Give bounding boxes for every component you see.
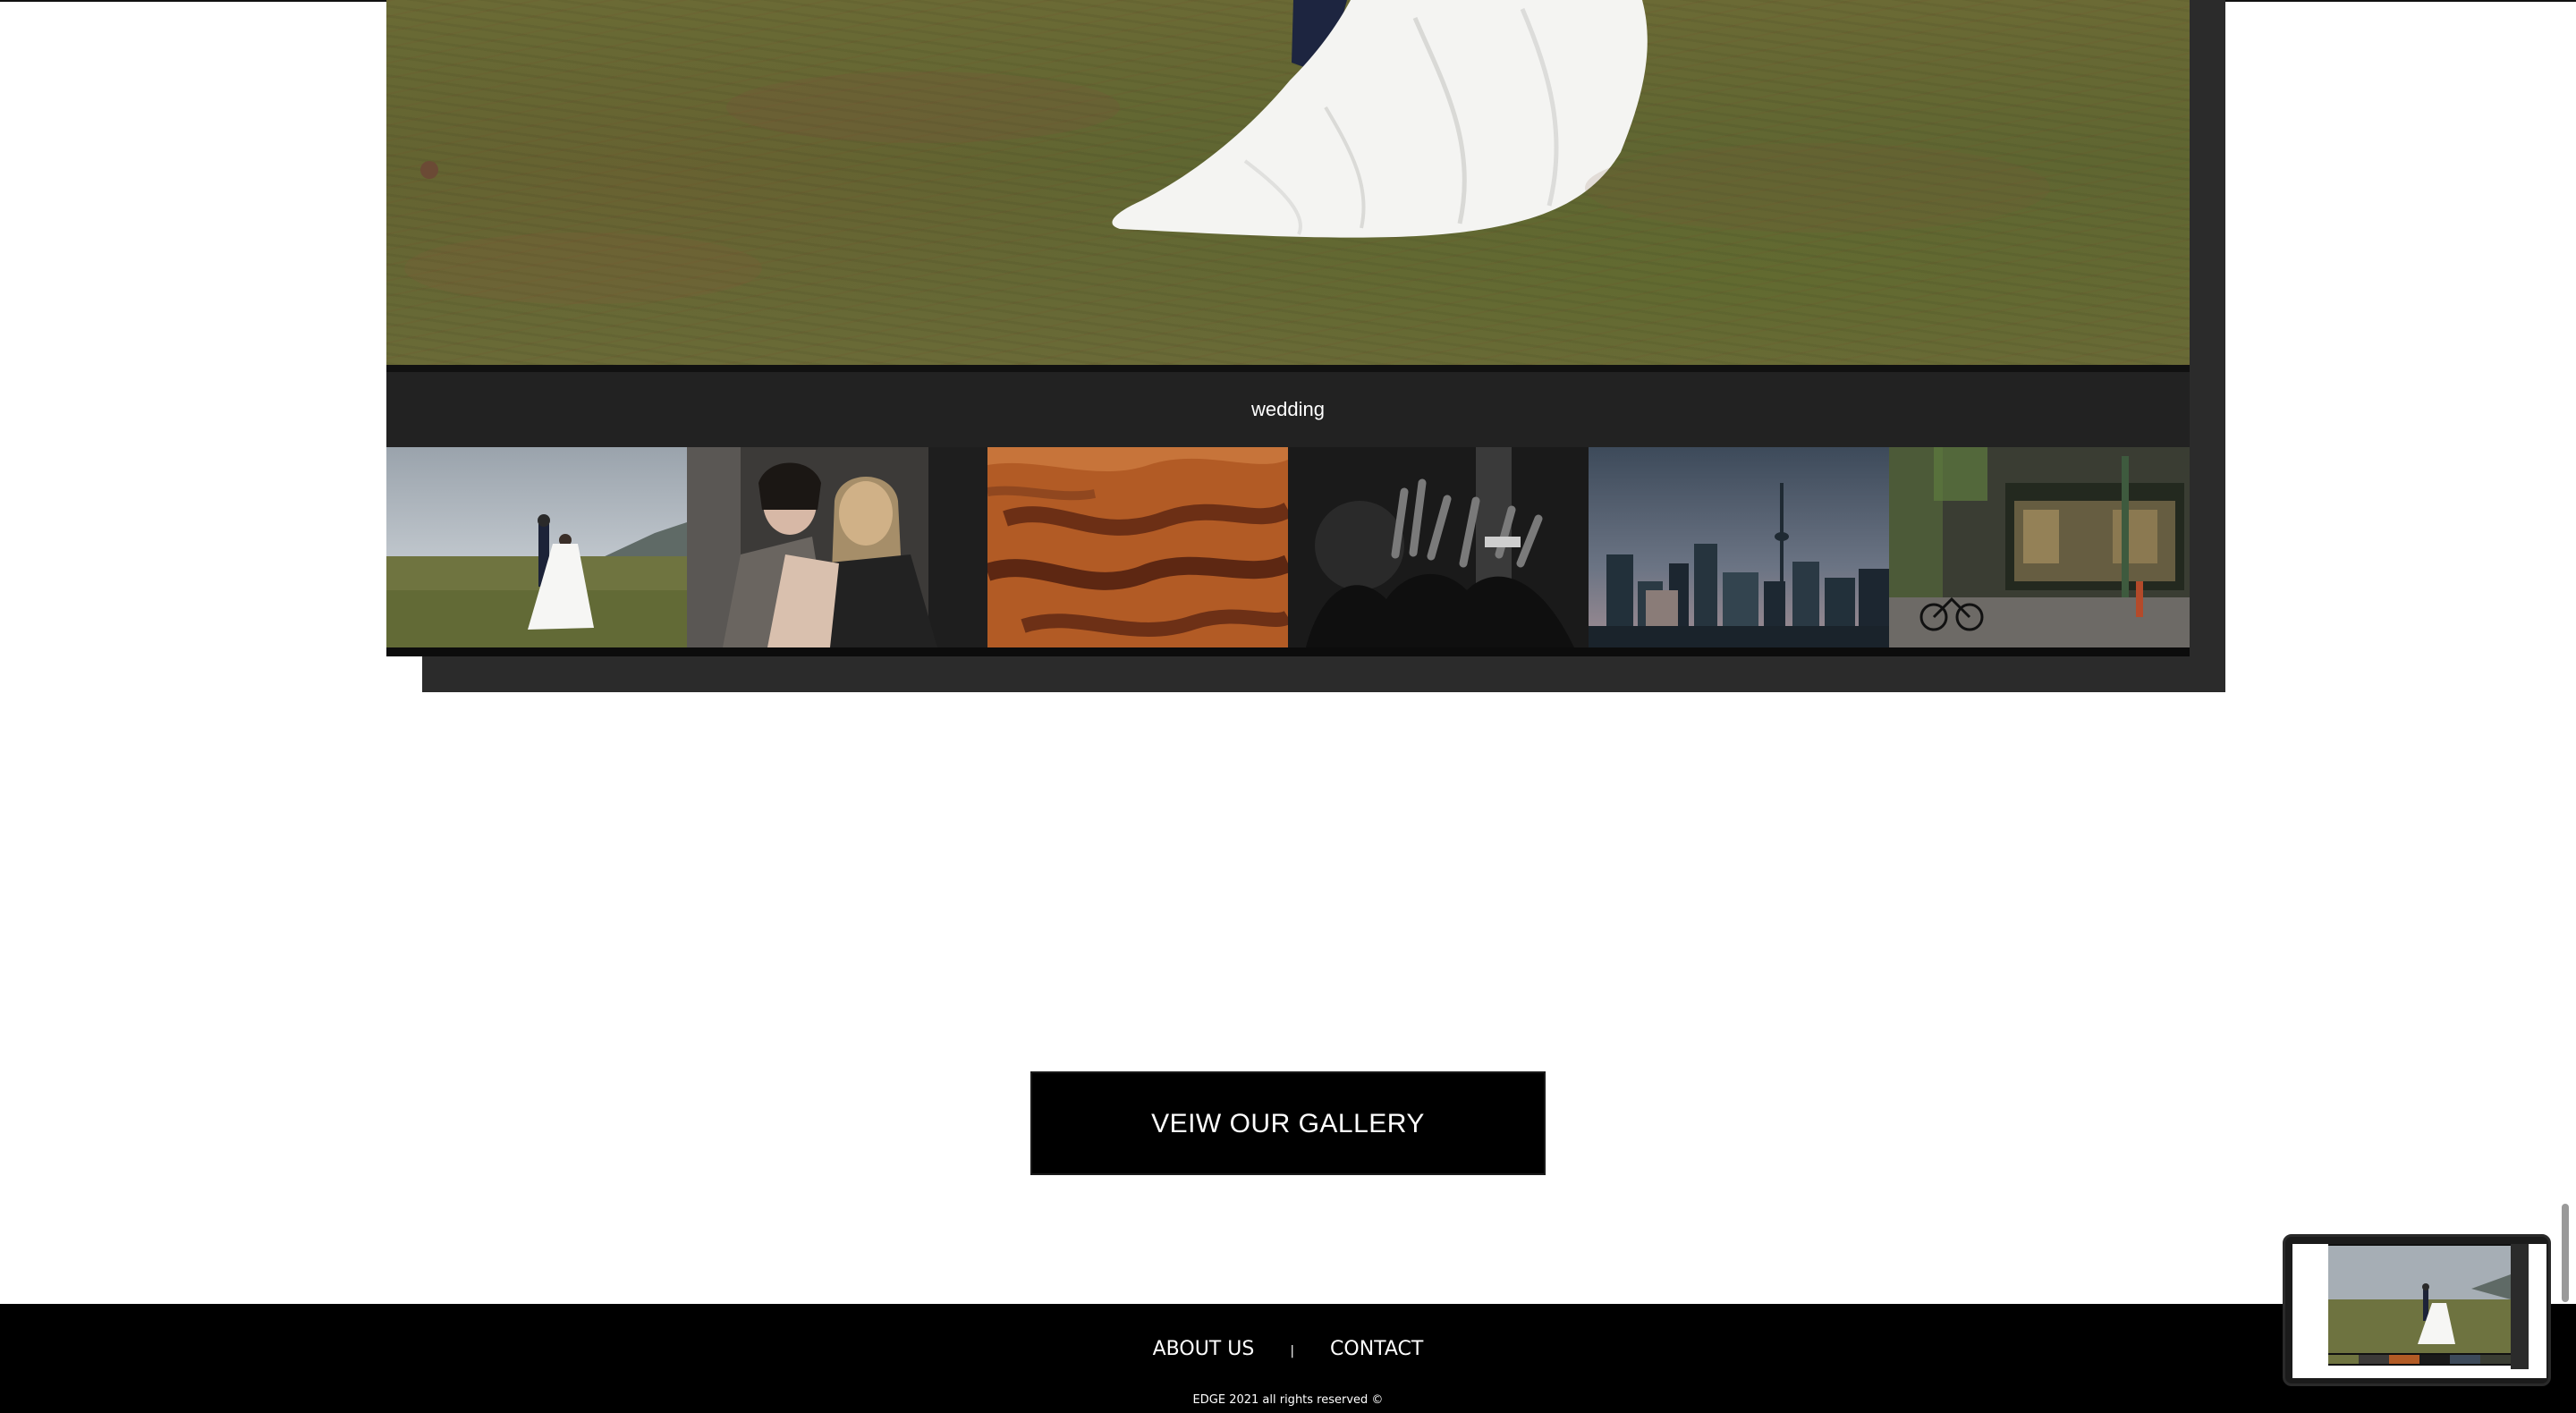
gallery-caption: wedding bbox=[1251, 398, 1325, 420]
thumbnail-bakery-storefront[interactable] bbox=[1889, 447, 2190, 647]
view-gallery-button[interactable]: VEIW OUR GALLERY bbox=[1030, 1071, 1546, 1175]
thumbnail-desert-dunes[interactable] bbox=[987, 447, 1288, 647]
footer-nav: ABOUT US | CONTACT bbox=[0, 1331, 2576, 1366]
page-preview-thumbnail[interactable] bbox=[2283, 1234, 2551, 1386]
thumbnail-strip bbox=[386, 447, 2190, 647]
hero-dress-illustration bbox=[404, 0, 2050, 304]
thumbnail-portrait-women[interactable] bbox=[687, 447, 987, 647]
scrollbar-thumb[interactable] bbox=[2562, 1204, 2569, 1302]
thumbnail-concert-crowd[interactable] bbox=[1288, 447, 1589, 647]
preview-content bbox=[2292, 1244, 2546, 1378]
footer-link-about-us[interactable]: ABOUT US bbox=[1153, 1338, 1255, 1360]
footer-separator: | bbox=[1290, 1344, 1295, 1358]
hero-image-wedding-dress bbox=[386, 0, 2190, 365]
thumbnail-city-skyline[interactable] bbox=[1589, 447, 1889, 647]
footer-link-contact[interactable]: CONTACT bbox=[1330, 1338, 1423, 1360]
preview-illustration bbox=[2292, 1244, 2546, 1378]
thumbnail-wedding-couple[interactable] bbox=[386, 447, 687, 647]
copyright-text: EDGE 2021 all rights reserved © bbox=[1192, 1393, 1384, 1407]
site-footer: ABOUT US | CONTACT EDGE 2021 all rights … bbox=[0, 1304, 2576, 1413]
gallery-card: wedding bbox=[386, 0, 2190, 656]
strip-bottom-edge bbox=[386, 647, 2190, 656]
caption-bar: wedding bbox=[386, 372, 2190, 447]
